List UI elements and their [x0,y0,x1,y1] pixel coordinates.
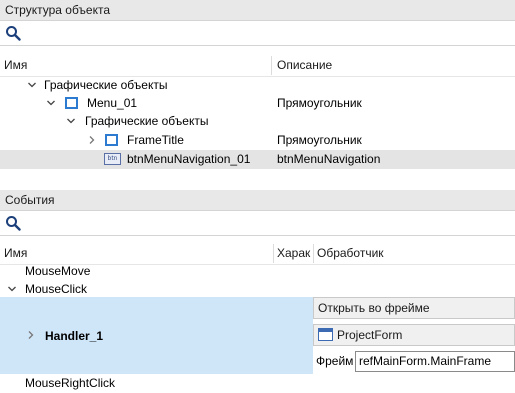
handler-row[interactable]: Handler_1 [0,297,313,374]
tree-row-description: Прямоугольник [277,133,362,147]
chevron-down-icon[interactable] [7,284,17,294]
column-name[interactable]: Имя [0,54,27,77]
panel-gap [0,172,515,190]
events-panel-header: События [0,190,515,211]
tree-row-btn-menu-navigation[interactable]: btn btnMenuNavigation_01 btnMenuNavigati… [0,150,515,169]
chevron-down-icon[interactable] [46,98,56,108]
tree-row-label: btnMenuNavigation_01 [127,152,251,166]
events-panel-title: События [5,193,55,207]
button-icon: btn [104,153,121,165]
tree-row-graphic-objects-nested[interactable]: Графические объекты [0,112,515,131]
rectangle-icon [65,97,78,109]
tree-row-graphic-objects[interactable]: Графические объекты [0,76,515,95]
tree-row-label: FrameTitle [127,133,184,147]
chevron-right-icon[interactable] [87,135,97,145]
event-row-mouse-right-click[interactable]: MouseRightClick [0,374,515,393]
tree-row-frame-title[interactable]: FrameTitle Прямоугольник [0,131,515,150]
search-icon[interactable] [5,25,21,41]
tree-row-label: Графические объекты [85,114,209,128]
column-separator[interactable] [271,56,272,75]
chevron-down-icon[interactable] [27,80,37,90]
structure-search-bar [0,21,515,46]
project-form-button[interactable]: ProjectForm [313,324,515,346]
column-description[interactable]: Описание [273,54,332,77]
handler-label: Handler_1 [45,329,104,343]
structure-panel-title: Структура объекта [5,3,111,17]
project-form-label: ProjectForm [337,328,403,342]
open-in-frame-label: Открыть во фрейме [318,301,430,315]
tree-row-label: Menu_01 [87,96,138,110]
event-label: MouseMove [25,264,91,278]
search-icon[interactable] [5,215,21,231]
chevron-right-icon[interactable] [26,330,36,340]
events-search-bar [0,211,515,236]
events-search-input[interactable] [24,213,510,233]
frame-field-input[interactable]: refMainForm.MainFrame [355,351,515,372]
form-window-icon [318,328,333,341]
structure-column-header: Имя Описание [0,54,515,77]
rectangle-icon [105,134,118,146]
structure-panel-header: Структура объекта [0,0,515,21]
event-label: MouseRightClick [25,376,116,390]
frame-field-label: Фрейм [316,354,354,368]
tree-row-description: btnMenuNavigation [277,152,381,166]
chevron-down-icon[interactable] [66,116,76,126]
tree-row-label: Графические объекты [44,78,168,92]
tree-row-menu-01[interactable]: Menu_01 Прямоугольник [0,94,515,113]
structure-search-input[interactable] [24,23,510,43]
open-in-frame-button[interactable]: Открыть во фрейме [313,297,515,319]
event-row-mouse-move[interactable]: MouseMove [0,262,515,281]
tree-row-description: Прямоугольник [277,96,362,110]
